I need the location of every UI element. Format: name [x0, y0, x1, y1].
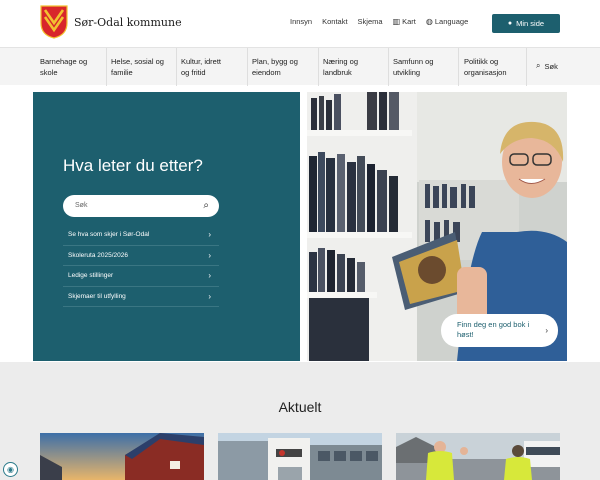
map-icon: ▥: [392, 17, 401, 26]
top-link-innsyn[interactable]: Innsyn: [290, 17, 312, 26]
top-link-kart[interactable]: ▥ Kart: [393, 17, 416, 26]
chevron-right-icon: ›: [208, 250, 211, 260]
nav-item-samfunn[interactable]: Samfunn og utvikling: [393, 48, 459, 86]
nav-item-politikk[interactable]: Politikk og organisasjon: [464, 48, 527, 86]
nav-item-plan[interactable]: Plan, bygg og eiendom: [252, 48, 319, 86]
news-card[interactable]: [40, 433, 204, 480]
hero-title: Hva leter du etter?: [63, 156, 203, 175]
search-icon: ⌕: [536, 61, 541, 70]
quicklink-item[interactable]: Se hva som skjer i Sør-Odal ›: [63, 225, 219, 246]
news-card-image: [40, 433, 204, 480]
nav-item-naering[interactable]: Næring og landbruk: [323, 48, 389, 86]
news-section: Aktuelt: [0, 362, 600, 480]
accessibility-icon[interactable]: ◉: [3, 462, 18, 477]
news-card-image: [218, 433, 382, 480]
top-link-skjema[interactable]: Skjema: [358, 17, 383, 26]
min-side-button[interactable]: ● Min side: [492, 14, 560, 33]
quicklink-item[interactable]: Skoleruta 2025/2026 ›: [63, 246, 219, 266]
chevron-right-icon: ›: [208, 230, 211, 240]
nav-item-kultur[interactable]: Kultur, idrett og fritid: [181, 48, 248, 86]
hero-search-panel: Hva leter du etter? Søk ⌕ Se hva som skj…: [33, 92, 300, 361]
globe-icon: ◍: [425, 17, 433, 26]
top-link-language[interactable]: ◍ Language: [426, 17, 468, 26]
quicklink-item[interactable]: Ledige stillinger ›: [63, 266, 219, 287]
nav-search-button[interactable]: ⌕ Søk: [536, 61, 558, 71]
top-links: Innsyn Kontakt Skjema ▥ Kart ◍ Language: [290, 17, 478, 26]
top-link-kontakt[interactable]: Kontakt: [322, 17, 347, 26]
coat-of-arms-logo[interactable]: [40, 5, 68, 39]
site-header: Sør-Odal kommune Innsyn Kontakt Skjema ▥…: [0, 0, 600, 47]
nav-item-barnehage[interactable]: Barnehage og skole: [40, 48, 107, 86]
news-section-title: Aktuelt: [278, 399, 322, 415]
nav-item-helse[interactable]: Helse, sosial og familie: [111, 48, 177, 86]
chevron-right-icon: ›: [208, 271, 211, 281]
news-card[interactable]: [218, 433, 382, 480]
search-icon[interactable]: ⌕: [203, 195, 209, 217]
user-icon: ●: [507, 20, 513, 27]
chevron-right-icon: ›: [208, 291, 211, 301]
chevron-right-icon: ›: [545, 326, 548, 335]
site-brand-name[interactable]: Sør-Odal kommune: [74, 16, 182, 29]
news-card[interactable]: [396, 433, 560, 480]
hero-search-input[interactable]: Søk ⌕: [63, 195, 219, 217]
main-navigation: Barnehage og skole Helse, sosial og famili…: [0, 47, 600, 86]
quicklink-item[interactable]: Skjemaer til utfylling ›: [63, 287, 219, 307]
news-card-image: [396, 433, 560, 480]
quicklinks-list: Se hva som skjer i Sør-Odal › Skoleruta 2…: [63, 225, 219, 307]
book-cta-button[interactable]: Finn deg en god bok i høst! ›: [441, 314, 558, 347]
